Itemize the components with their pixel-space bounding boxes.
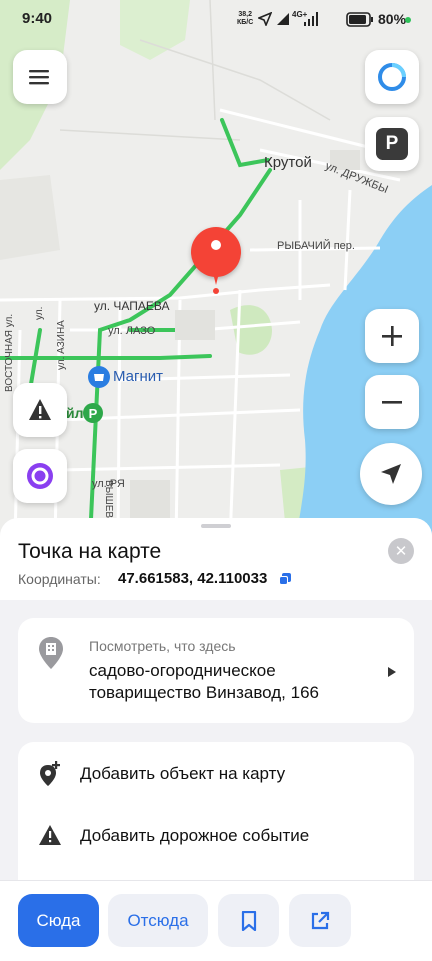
battery-icon (346, 12, 373, 27)
network-speed: 38,2 КБ/С (237, 11, 253, 27)
map-label-rya: ул. РЯ (92, 478, 125, 490)
net-speed-value: 38,2 (238, 11, 252, 18)
sheet-title: Точка на карте (18, 540, 162, 563)
parking-icon: P (376, 128, 408, 160)
road-event-button[interactable] (13, 383, 67, 437)
shop-poi-icon[interactable] (88, 366, 110, 388)
assistant-ring-icon (378, 63, 406, 91)
alice-button[interactable] (13, 449, 67, 503)
coords-label: Координаты: (18, 571, 101, 587)
close-icon: ✕ (394, 543, 408, 560)
bookmark-button[interactable] (218, 894, 279, 947)
map-label-lazo: ул. ЛАЗО (108, 325, 156, 337)
add-object-label: Добавить объект на карту (80, 764, 286, 783)
notification-dot-icon (405, 17, 411, 23)
location-arrow-icon (258, 12, 272, 26)
signal-bars-icon (304, 12, 318, 26)
bookmark-icon (241, 910, 256, 931)
menu-button[interactable] (13, 50, 67, 104)
net-speed-unit: КБ/С (237, 19, 254, 26)
map-label-chapaeva: ул. ЧАПАЕВА (94, 299, 170, 313)
hamburger-icon (29, 70, 49, 85)
navigation-arrow-icon (381, 464, 401, 484)
map-label-magnit[interactable]: Магнит (113, 368, 163, 385)
building-pin-icon (39, 637, 63, 669)
signal-icon (277, 13, 289, 25)
route-from-here-button[interactable]: Отсюда (108, 894, 208, 947)
my-location-button[interactable] (360, 443, 422, 505)
add-place-icon (40, 761, 60, 786)
add-road-event-label: Добавить дорожное событие (80, 826, 310, 845)
minus-icon (382, 401, 402, 404)
what-here-label: Посмотреть, что здесь (89, 638, 236, 654)
status-time: 9:40 (22, 10, 53, 27)
place-name: садово-огородническое товарищество Винза… (89, 661, 319, 702)
location-pin-icon[interactable] (191, 227, 241, 285)
add-road-event-row[interactable]: Добавить дорожное событие (18, 804, 414, 866)
warning-icon (29, 399, 51, 420)
parking-button[interactable]: P (365, 117, 419, 171)
close-button[interactable]: ✕ (388, 538, 414, 564)
map-label-yl: ул. (34, 306, 45, 320)
map-label-yi: йл (66, 405, 84, 421)
zoom-out-button[interactable] (365, 375, 419, 429)
add-object-row[interactable]: Добавить объект на карту (18, 742, 414, 804)
alice-icon (27, 463, 53, 489)
road-warning-icon (39, 825, 61, 845)
share-icon (311, 911, 330, 929)
map-label-azina: ул. АЗИНА (56, 320, 67, 370)
bottom-action-bar: Сюда Отсюда (0, 880, 432, 961)
share-button[interactable] (289, 894, 351, 947)
coords-value[interactable]: 47.661583, 42.110033 (118, 570, 267, 587)
sheet-drag-handle[interactable] (201, 524, 231, 528)
battery-level: 80% (378, 11, 407, 27)
chevron-right-icon (388, 667, 396, 677)
map-label-vostochnaya: ВОСТОЧНАЯ ул. (4, 313, 15, 392)
plus-icon (382, 326, 402, 346)
route-to-here-label: Сюда (36, 910, 81, 930)
status-bar: 9:40 38,2 КБ/С 4G+ 80% (0, 0, 432, 40)
sheet-header: Точка на карте ✕ Координаты: 47.661583, … (0, 518, 432, 600)
zoom-in-button[interactable] (365, 309, 419, 363)
gas-station-poi-icon[interactable]: P (83, 403, 103, 423)
map-label-krutoy: Крутой (264, 154, 312, 171)
route-to-here-button[interactable]: Сюда (18, 894, 99, 947)
route-from-here-label: Отсюда (127, 910, 189, 930)
copy-icon[interactable] (279, 573, 291, 585)
what-here-card[interactable]: Посмотреть, что здесь садово-огородничес… (18, 618, 414, 723)
alice-assistant-button[interactable] (365, 50, 419, 104)
map-label-rybachiy: РЫБАЧИЙ пер. (277, 240, 355, 252)
